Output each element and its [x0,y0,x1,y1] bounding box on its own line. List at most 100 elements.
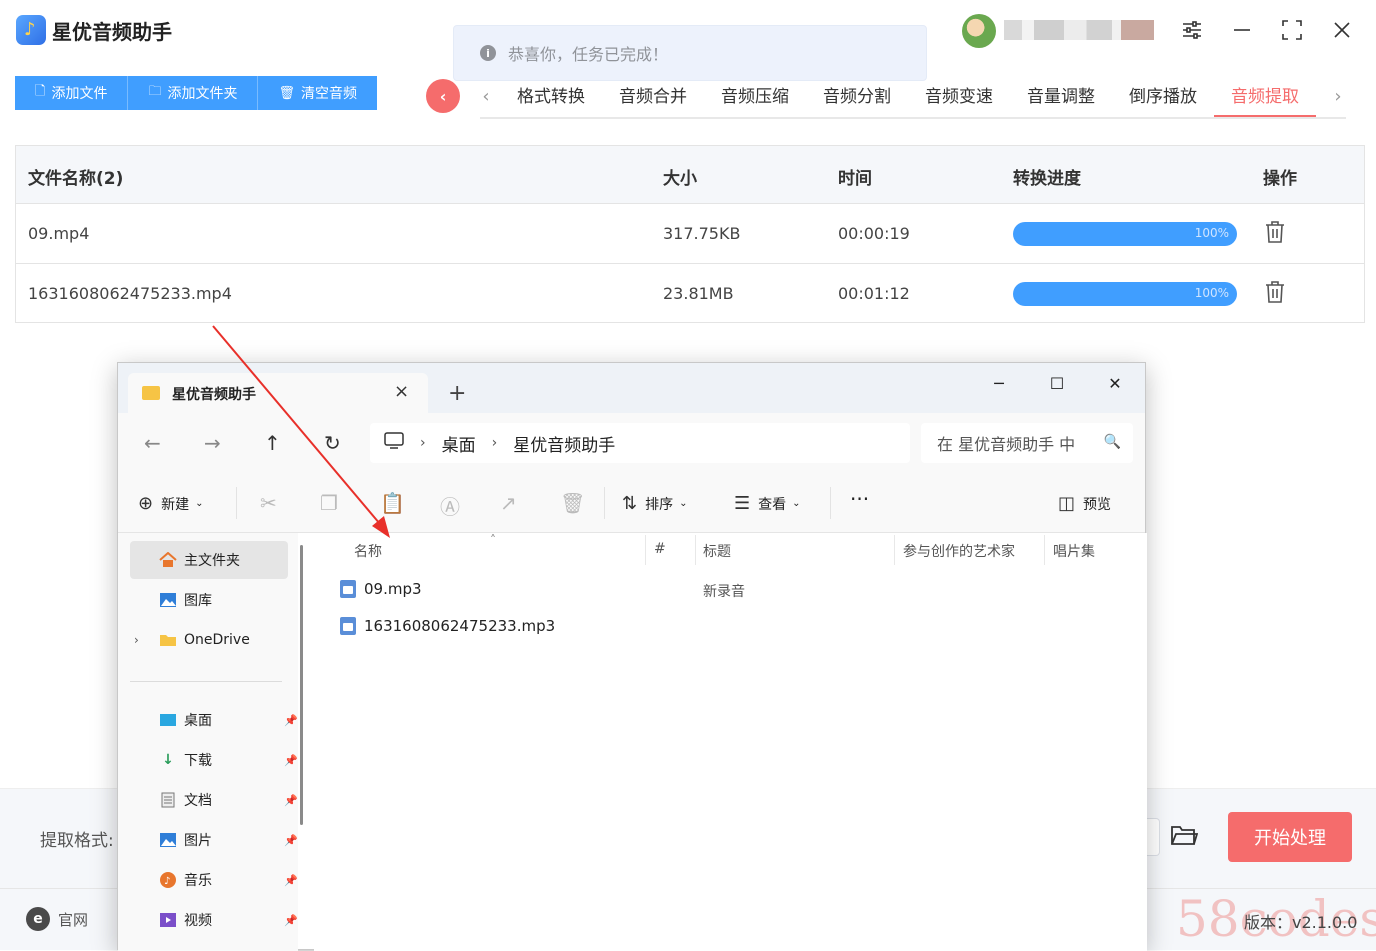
fullscreen-icon[interactable] [1276,14,1308,46]
close-icon[interactable] [1326,14,1358,46]
cut-icon[interactable]: ✂ [260,491,277,515]
download-icon: ↓ [162,752,174,768]
column-artists[interactable]: 参与创作的艺术家 [903,541,1015,561]
settings-sliders-icon[interactable] [1176,14,1208,46]
maximize-icon[interactable]: ☐ [1042,371,1072,395]
pin-icon[interactable]: 📌 [284,874,298,887]
column-number[interactable]: # [654,541,666,557]
sidebar-item-gallery[interactable]: 图库 [130,581,300,619]
search-input[interactable]: 在 星优音频助手 中 🔍 [921,423,1133,463]
back-arrow-icon[interactable]: ← [144,431,161,455]
close-tab-icon[interactable]: × [394,381,409,402]
forward-arrow-icon[interactable]: → [204,431,221,455]
more-options-icon[interactable]: ··· [850,487,869,511]
add-folder-button[interactable]: 🗀 添加文件夹 [128,76,259,110]
explorer-tab[interactable]: 星优音频助手 × [128,373,428,413]
view-list-icon: ☰ [734,493,751,514]
column-divider[interactable] [695,535,696,565]
sidebar-item-onedrive[interactable]: › OneDrive [130,621,300,659]
column-title[interactable]: 标题 [703,541,731,561]
start-process-button[interactable]: 开始处理 [1228,812,1352,862]
paste-icon[interactable]: 📋 [380,491,405,515]
sort-caret-icon: ˄ [490,533,496,547]
pin-icon[interactable]: 📌 [284,754,298,767]
explorer-nav-bar: ← → ↑ ↻ › 桌面 › 星优音频助手 在 星优音频助手 中 🔍 [118,413,1145,473]
close-icon[interactable]: ✕ [1100,371,1130,395]
up-arrow-icon[interactable]: ↑ [264,431,281,455]
tab-audio-speed[interactable]: 音频变速 [908,76,1010,118]
pin-icon[interactable]: 📌 [284,834,298,847]
header-size: 大小 [663,169,697,189]
sort-button[interactable]: ⇅ 排序 ⌄ [622,493,687,514]
plus-circle-icon: ⊕ [138,493,154,514]
rename-icon[interactable]: Ⓐ [440,491,460,520]
svg-text:♪: ♪ [164,876,170,887]
sidebar-item-pictures[interactable]: 图片 📌 [130,821,300,859]
delete-icon[interactable] [1264,220,1288,246]
tab-audio-extract[interactable]: 音频提取 [1214,76,1316,118]
breadcrumb-desktop[interactable]: 桌面 [442,431,476,456]
chevron-down-icon: ⌄ [679,498,688,509]
delete-icon[interactable]: 🗑 [560,491,585,515]
minimize-icon[interactable] [1226,14,1258,46]
list-item[interactable]: 1631608062475233.mp3 [340,614,555,638]
sidebar-item-videos[interactable]: 视频 📌 [130,901,300,939]
column-name[interactable]: 名称 [354,541,382,561]
file-name: 1631608062475233.mp3 [364,617,556,635]
column-divider[interactable] [894,535,895,565]
clear-audio-button[interactable]: 🗑 清空音频 [258,76,377,110]
delete-icon[interactable] [1264,280,1288,306]
share-icon[interactable]: ↗ [500,491,517,515]
open-folder-icon[interactable] [1170,822,1200,852]
sidebar-scrollbar[interactable] [300,545,303,825]
sidebar-item-home[interactable]: 主文件夹 [130,541,288,579]
tab-audio-split[interactable]: 音频分割 [806,76,908,118]
breadcrumb-folder[interactable]: 星优音频助手 [513,431,615,456]
pin-icon[interactable]: 📌 [284,714,298,727]
list-item[interactable]: 09.mp3 [340,577,422,601]
sidebar-item-downloads[interactable]: ↓ 下载 📌 [130,741,300,779]
header-action: 操作 [1263,169,1297,189]
tab-volume-adjust[interactable]: 音量调整 [1010,76,1112,118]
file-toolbar: 🗋 添加文件 🗀 添加文件夹 🗑 清空音频 [15,76,377,110]
tab-format-convert[interactable]: 格式转换 [500,76,602,118]
sidebar-item-desktop[interactable]: 桌面 📌 [130,701,300,739]
view-button[interactable]: ☰ 查看 ⌄ [734,493,801,514]
chevron-down-icon: ⌄ [195,498,204,509]
column-divider[interactable] [645,535,646,565]
sidebar-divider [130,681,282,682]
computer-icon [384,431,404,455]
user-avatar[interactable] [962,14,996,48]
trash-icon: 🗑 [278,85,295,101]
refresh-icon[interactable]: ↻ [324,431,341,455]
header-file-name: 文件名称(2) [28,169,124,189]
tab-audio-compress[interactable]: 音频压缩 [704,76,806,118]
sidebar-item-documents[interactable]: 文档 📌 [130,781,300,819]
website-link[interactable]: e 官网 [26,907,88,931]
add-file-button[interactable]: 🗋 添加文件 [15,76,129,110]
pin-icon[interactable]: 📌 [284,794,298,807]
copy-icon[interactable]: ❐ [320,491,338,515]
tab-audio-merge[interactable]: 音频合并 [602,76,704,118]
preview-button[interactable]: ◫ 预览 [1058,493,1111,514]
command-divider [830,487,831,519]
minimize-icon[interactable]: ─ [984,371,1014,395]
new-tab-icon[interactable]: + [448,381,466,406]
tabs-underline [480,117,1346,119]
tabs-scroll-right-icon[interactable]: › [1328,82,1348,110]
sidebar-label: 图片 [184,833,212,849]
chevron-right-icon[interactable]: › [134,633,139,647]
tabs-scroll-left-icon[interactable]: ‹ [476,82,496,110]
tab-reverse-play[interactable]: 倒序播放 [1112,76,1214,118]
sidebar-item-music[interactable]: ♪ 音乐 📌 [130,861,300,899]
folder-icon: 🗀 [148,84,162,99]
preview-pane-icon: ◫ [1058,493,1076,514]
pin-icon[interactable]: 📌 [284,914,298,927]
column-divider[interactable] [1044,535,1045,565]
new-button[interactable]: ⊕ 新建 ⌄ [138,493,203,514]
back-button[interactable]: ‹ [426,79,460,113]
address-bar[interactable]: › 桌面 › 星优音频助手 [370,423,910,463]
success-toast: i 恭喜你，任务已完成！ [453,25,927,81]
column-album[interactable]: 唱片集 [1053,541,1095,561]
video-icon [158,911,178,929]
